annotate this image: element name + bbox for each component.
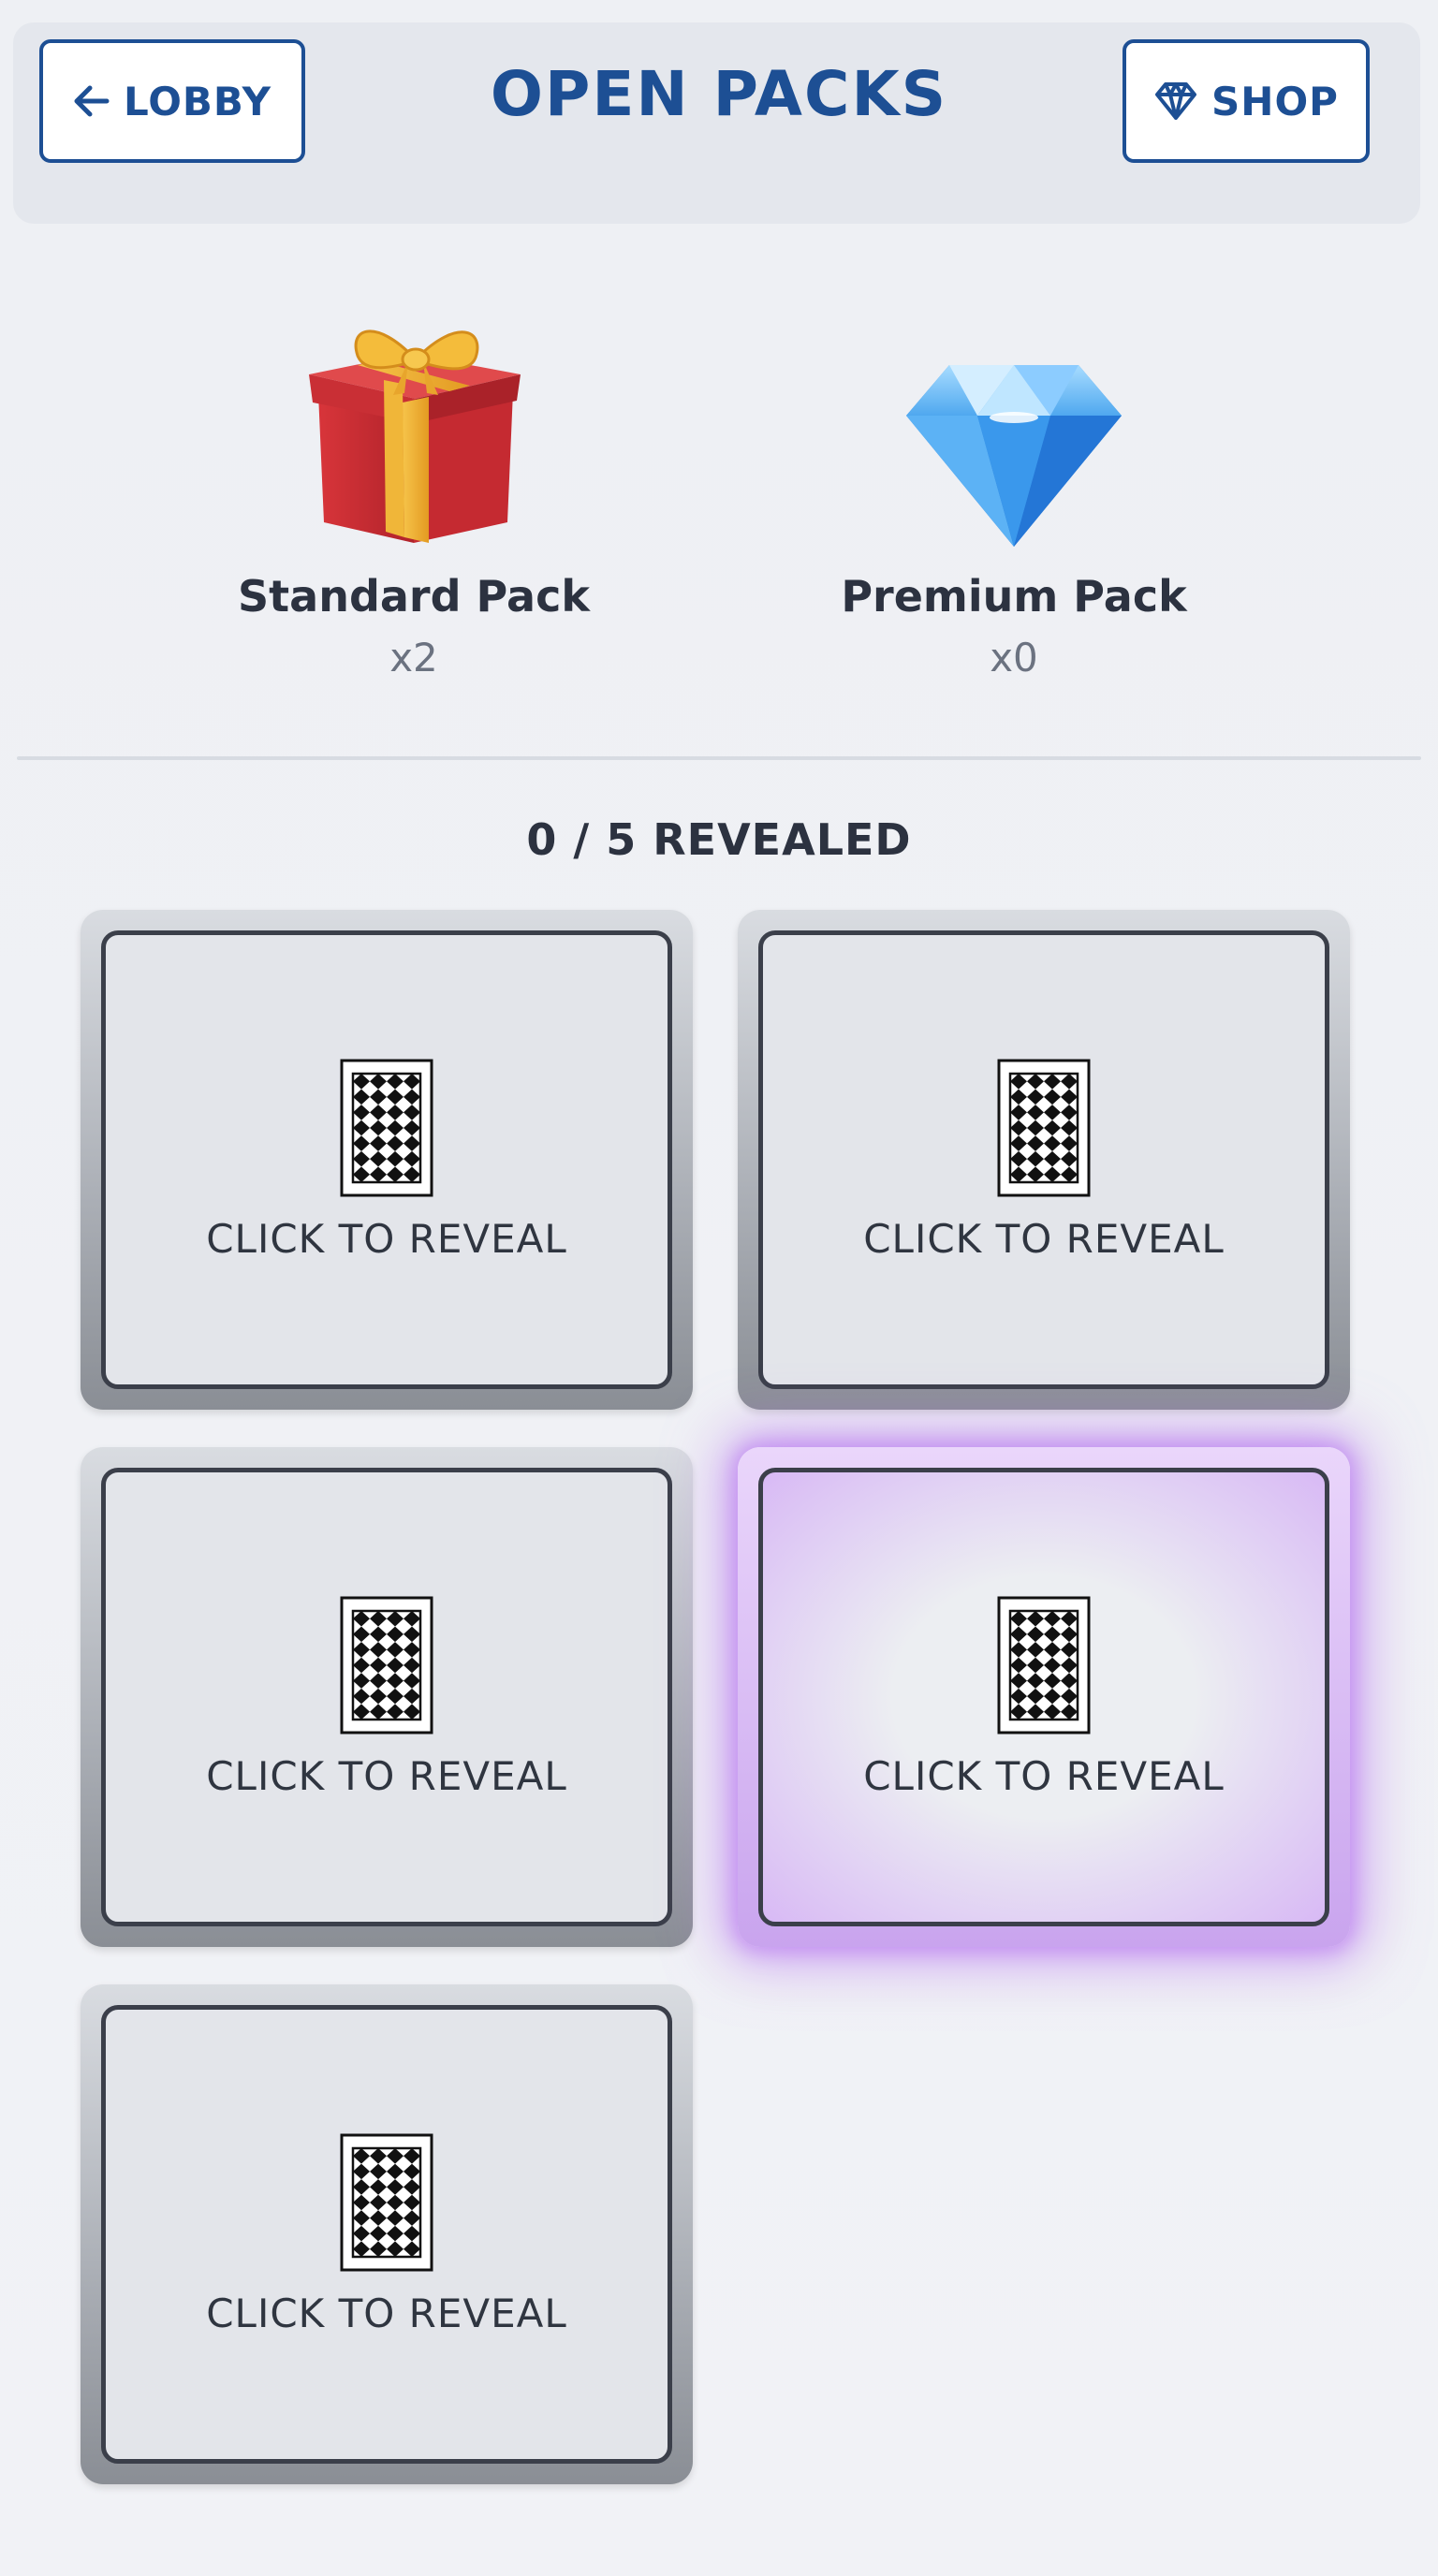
card-back-icon [340,1596,433,1734]
card-slot-5[interactable]: CLICK TO REVEAL [81,1984,693,2484]
card-reveal-label: CLICK TO REVEAL [206,1752,567,1799]
standard-pack-name: Standard Pack [238,571,590,622]
standard-pack-count: x2 [389,635,438,681]
card-reveal-label: CLICK TO REVEAL [206,2290,567,2336]
card-slot-2[interactable]: CLICK TO REVEAL [738,910,1350,1410]
card-back-icon [340,1059,433,1196]
divider [17,756,1421,760]
card-slot-1[interactable]: CLICK TO REVEAL [81,910,693,1410]
shop-button[interactable]: SHOP [1123,39,1370,163]
card-back-icon [340,2133,433,2271]
diamond-icon [906,365,1122,547]
card-back-icon [997,1059,1091,1196]
shop-label: SHOP [1211,78,1339,124]
diamond-outline-icon [1155,82,1197,120]
gift-box-icon [309,329,521,543]
card-reveal-label: CLICK TO REVEAL [863,1215,1225,1262]
premium-pack-count: x0 [990,635,1038,681]
card-reveal-label: CLICK TO REVEAL [863,1752,1225,1799]
card-back-icon [997,1596,1091,1734]
card-slot-4-highlighted[interactable]: CLICK TO REVEAL [738,1447,1350,1947]
card-reveal-label: CLICK TO REVEAL [206,1215,567,1262]
premium-pack-name: Premium Pack [841,571,1187,622]
reveal-counter: 0 / 5 REVEALED [526,814,912,865]
standard-pack[interactable]: Standard Pack x2 [170,300,657,681]
premium-pack[interactable]: Premium Pack x0 [770,300,1257,681]
card-slot-3[interactable]: CLICK TO REVEAL [81,1447,693,1947]
